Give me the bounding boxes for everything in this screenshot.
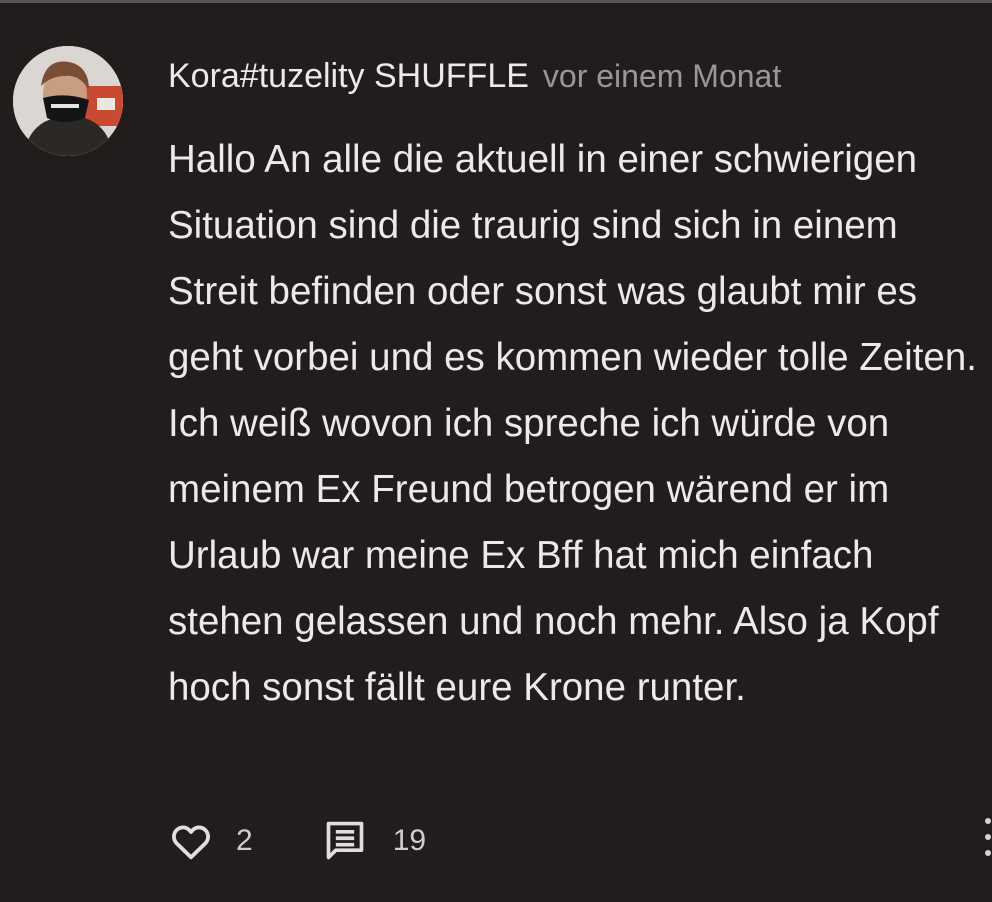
reply-count: 19	[392, 824, 427, 857]
comment-timestamp[interactable]: vor einem Monat	[543, 58, 781, 95]
author-name[interactable]: Kora#tuzelity SHUFFLE	[168, 57, 529, 96]
more-vertical-icon	[985, 818, 991, 824]
comment-bubble-icon	[326, 821, 364, 860]
reply-button[interactable]: 19	[323, 819, 426, 863]
comment-header: Kora#tuzelity SHUFFLE vor einem Monat	[168, 52, 781, 100]
avatar-image	[13, 46, 123, 156]
like-count: 2	[236, 824, 253, 857]
like-button[interactable]: 2	[168, 818, 253, 864]
top-divider	[0, 0, 992, 3]
comment-text: Hallo An alle die aktuell in einer schwi…	[168, 138, 977, 709]
heart-outline-icon	[172, 825, 210, 860]
more-options-button[interactable]	[985, 818, 992, 862]
comment-actions: 2 19	[168, 816, 426, 866]
author-avatar[interactable]	[13, 46, 123, 156]
